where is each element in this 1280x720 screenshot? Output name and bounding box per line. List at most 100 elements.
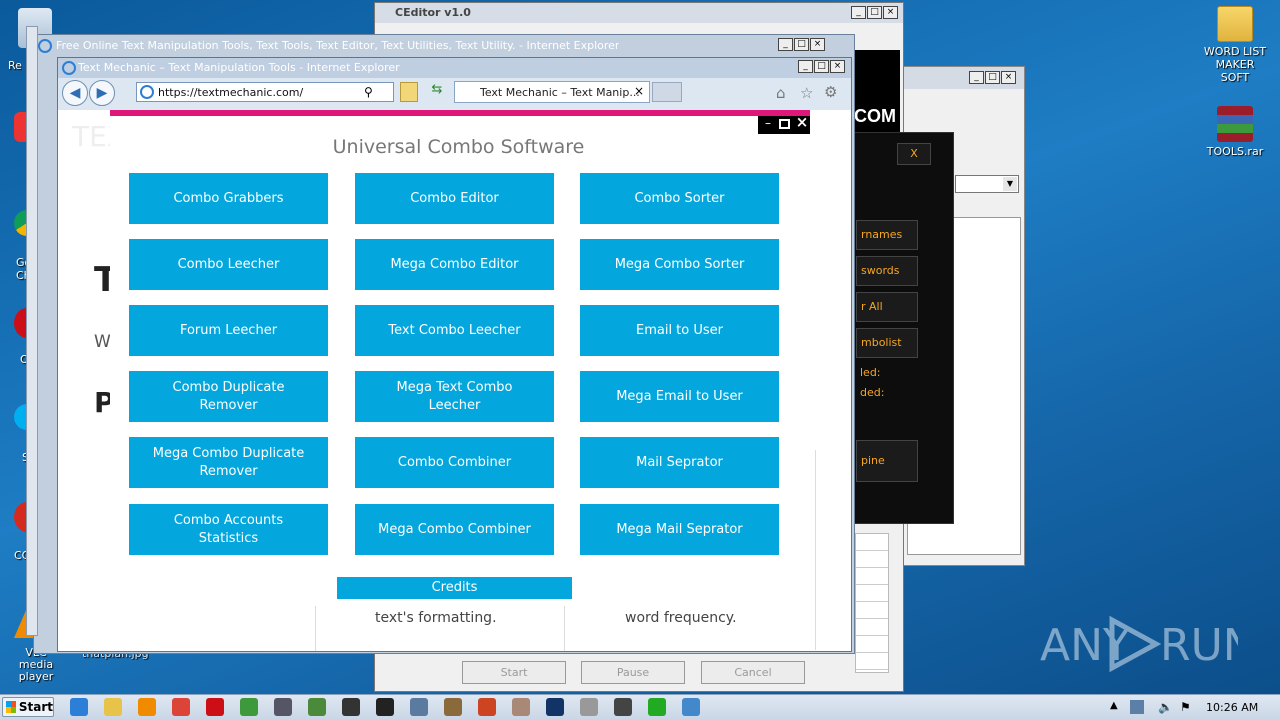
maximize-button[interactable]: □ xyxy=(867,6,882,19)
opera-taskbar-icon[interactable] xyxy=(200,695,230,719)
app-taskbar-icon[interactable] xyxy=(676,695,706,719)
combo-tool-button[interactable]: Combo Sorter xyxy=(580,173,779,224)
banner-text: COM xyxy=(854,106,896,126)
maximize-button[interactable] xyxy=(779,119,790,129)
favorites-star-icon[interactable]: ☆ xyxy=(800,84,813,102)
combo-tool-button[interactable]: Text Combo Leecher xyxy=(355,305,554,356)
media-player-taskbar-icon[interactable] xyxy=(132,695,162,719)
settings-gear-icon[interactable]: ⚙ xyxy=(824,83,837,101)
refresh-icon[interactable]: ⇆ xyxy=(428,82,446,102)
app-taskbar-icon[interactable] xyxy=(540,695,570,719)
desktop-icon-word-list-maker[interactable]: WORD LIST MAKER SOFT xyxy=(1200,6,1270,84)
app-taskbar-icon[interactable] xyxy=(370,695,400,719)
minimize-button[interactable]: _ xyxy=(851,6,866,19)
loaded-label: led: xyxy=(860,366,881,379)
ceditor-right-panel xyxy=(855,533,889,673)
combo-tool-button[interactable]: Mega Email to User xyxy=(580,371,779,422)
close-button[interactable]: X xyxy=(897,143,931,165)
start-menu-button[interactable]: Start xyxy=(2,697,54,717)
address-text: https://textmechanic.com/ xyxy=(158,86,304,99)
combo-tool-button[interactable]: Forum Leecher xyxy=(129,305,328,356)
app-icon xyxy=(410,698,428,716)
close-button[interactable]: × xyxy=(1001,71,1016,84)
app-taskbar-icon[interactable] xyxy=(234,695,264,719)
combo-tool-button[interactable]: Email to User xyxy=(580,305,779,356)
minimize-button[interactable]: _ xyxy=(969,71,984,84)
flag-icon[interactable]: ⚑ xyxy=(1180,700,1191,714)
combo-tool-button[interactable]: Mail Seprator xyxy=(580,437,779,488)
combo-tool-button[interactable]: Mega Combo Sorter xyxy=(580,239,779,290)
app-taskbar-icon[interactable] xyxy=(574,695,604,719)
tab-close-icon[interactable]: × xyxy=(634,84,644,98)
app-taskbar-icon[interactable] xyxy=(336,695,366,719)
combo-tool-button[interactable]: Mega Text Combo Leecher xyxy=(355,371,554,422)
combine-button[interactable]: pine xyxy=(856,440,918,482)
explorer-taskbar-icon[interactable] xyxy=(98,695,128,719)
network-icon[interactable] xyxy=(1130,700,1144,714)
chrome-taskbar-icon[interactable] xyxy=(166,695,196,719)
combo-tool-button[interactable]: Mega Combo Editor xyxy=(355,239,554,290)
app-taskbar-icon[interactable] xyxy=(438,695,468,719)
close-button[interactable]: × xyxy=(883,6,898,19)
app-icon xyxy=(580,698,598,716)
combo-tool-button[interactable]: Mega Combo Duplicate Remover xyxy=(129,437,328,488)
minimize-button[interactable]: – xyxy=(762,117,774,131)
maximize-button[interactable]: □ xyxy=(794,38,809,51)
credits-button[interactable]: Credits xyxy=(337,577,572,599)
app-taskbar-icon[interactable] xyxy=(302,695,332,719)
chevron-down-icon: ▼ xyxy=(1003,177,1017,191)
background-window-left-strip xyxy=(26,26,38,636)
volume-icon[interactable]: 🔈 xyxy=(1158,700,1173,714)
minimize-button[interactable]: _ xyxy=(778,38,793,51)
combo-tool-button[interactable]: Combo Grabbers xyxy=(129,173,328,224)
new-tab-button[interactable] xyxy=(652,82,682,102)
window-title: CEditor v1.0 xyxy=(395,6,471,19)
cancel-button[interactable]: Cancel xyxy=(701,661,805,684)
usernames-button[interactable]: rnames xyxy=(856,220,918,250)
app-icon xyxy=(308,698,326,716)
app-icon xyxy=(172,698,190,716)
app-icon xyxy=(546,698,564,716)
combo-tool-button[interactable]: Combo Editor xyxy=(355,173,554,224)
app-taskbar-icon[interactable] xyxy=(642,695,672,719)
tab-label: Text Mechanic – Text Manip... xyxy=(480,86,640,99)
app-icon xyxy=(376,698,394,716)
desktop-icon-label: TOOLS.rar xyxy=(1206,145,1264,158)
app-taskbar-icon[interactable] xyxy=(506,695,536,719)
combo-tool-button[interactable]: Combo Leecher xyxy=(129,239,328,290)
maximize-button[interactable]: □ xyxy=(814,60,829,73)
minimize-button[interactable]: _ xyxy=(798,60,813,73)
app-taskbar-icon[interactable] xyxy=(268,695,298,719)
app-taskbar-icon[interactable] xyxy=(608,695,638,719)
app-taskbar-icon[interactable] xyxy=(404,695,434,719)
pause-button[interactable]: Pause xyxy=(581,661,685,684)
start-button[interactable]: Start xyxy=(462,661,566,684)
combo-tool-button[interactable]: Combo Combiner xyxy=(355,437,554,488)
close-button[interactable]: × xyxy=(795,115,809,130)
maximize-button[interactable]: □ xyxy=(985,71,1000,84)
page-card-divider xyxy=(815,450,816,650)
clear-all-button[interactable]: r All xyxy=(856,292,918,322)
passwords-button[interactable]: swords xyxy=(856,256,918,286)
combo-tool-button[interactable]: Mega Combo Combiner xyxy=(355,504,554,555)
app-taskbar-icon[interactable] xyxy=(472,695,502,719)
combolist-button[interactable]: mbolist xyxy=(856,328,918,358)
ie-icon xyxy=(38,39,52,53)
forward-button[interactable]: ▶ xyxy=(89,80,115,106)
combo-tool-button[interactable]: Mega Mail Seprator xyxy=(580,504,779,555)
tray-arrow-icon[interactable]: ▲ xyxy=(1110,700,1118,711)
search-icon[interactable]: ⚲ xyxy=(364,85,373,99)
desktop-icon-tools-rar[interactable]: TOOLS.rar xyxy=(1200,106,1270,158)
combo-tool-button[interactable]: Combo Accounts Statistics xyxy=(129,504,328,555)
clock[interactable]: 10:26 AM xyxy=(1206,701,1258,714)
close-button[interactable]: × xyxy=(830,60,845,73)
back-button[interactable]: ◀ xyxy=(62,80,88,106)
desktop-icon-label: WORD LIST MAKER SOFT xyxy=(1203,45,1267,84)
close-button[interactable]: × xyxy=(810,38,825,51)
ie-taskbar-icon[interactable] xyxy=(64,695,94,719)
page-text-letter: W xyxy=(94,332,111,352)
desktop-icon-label: Re xyxy=(8,59,22,72)
lock-icon[interactable] xyxy=(400,82,418,102)
home-icon[interactable]: ⌂ xyxy=(776,84,786,102)
combo-tool-button[interactable]: Combo Duplicate Remover xyxy=(129,371,328,422)
